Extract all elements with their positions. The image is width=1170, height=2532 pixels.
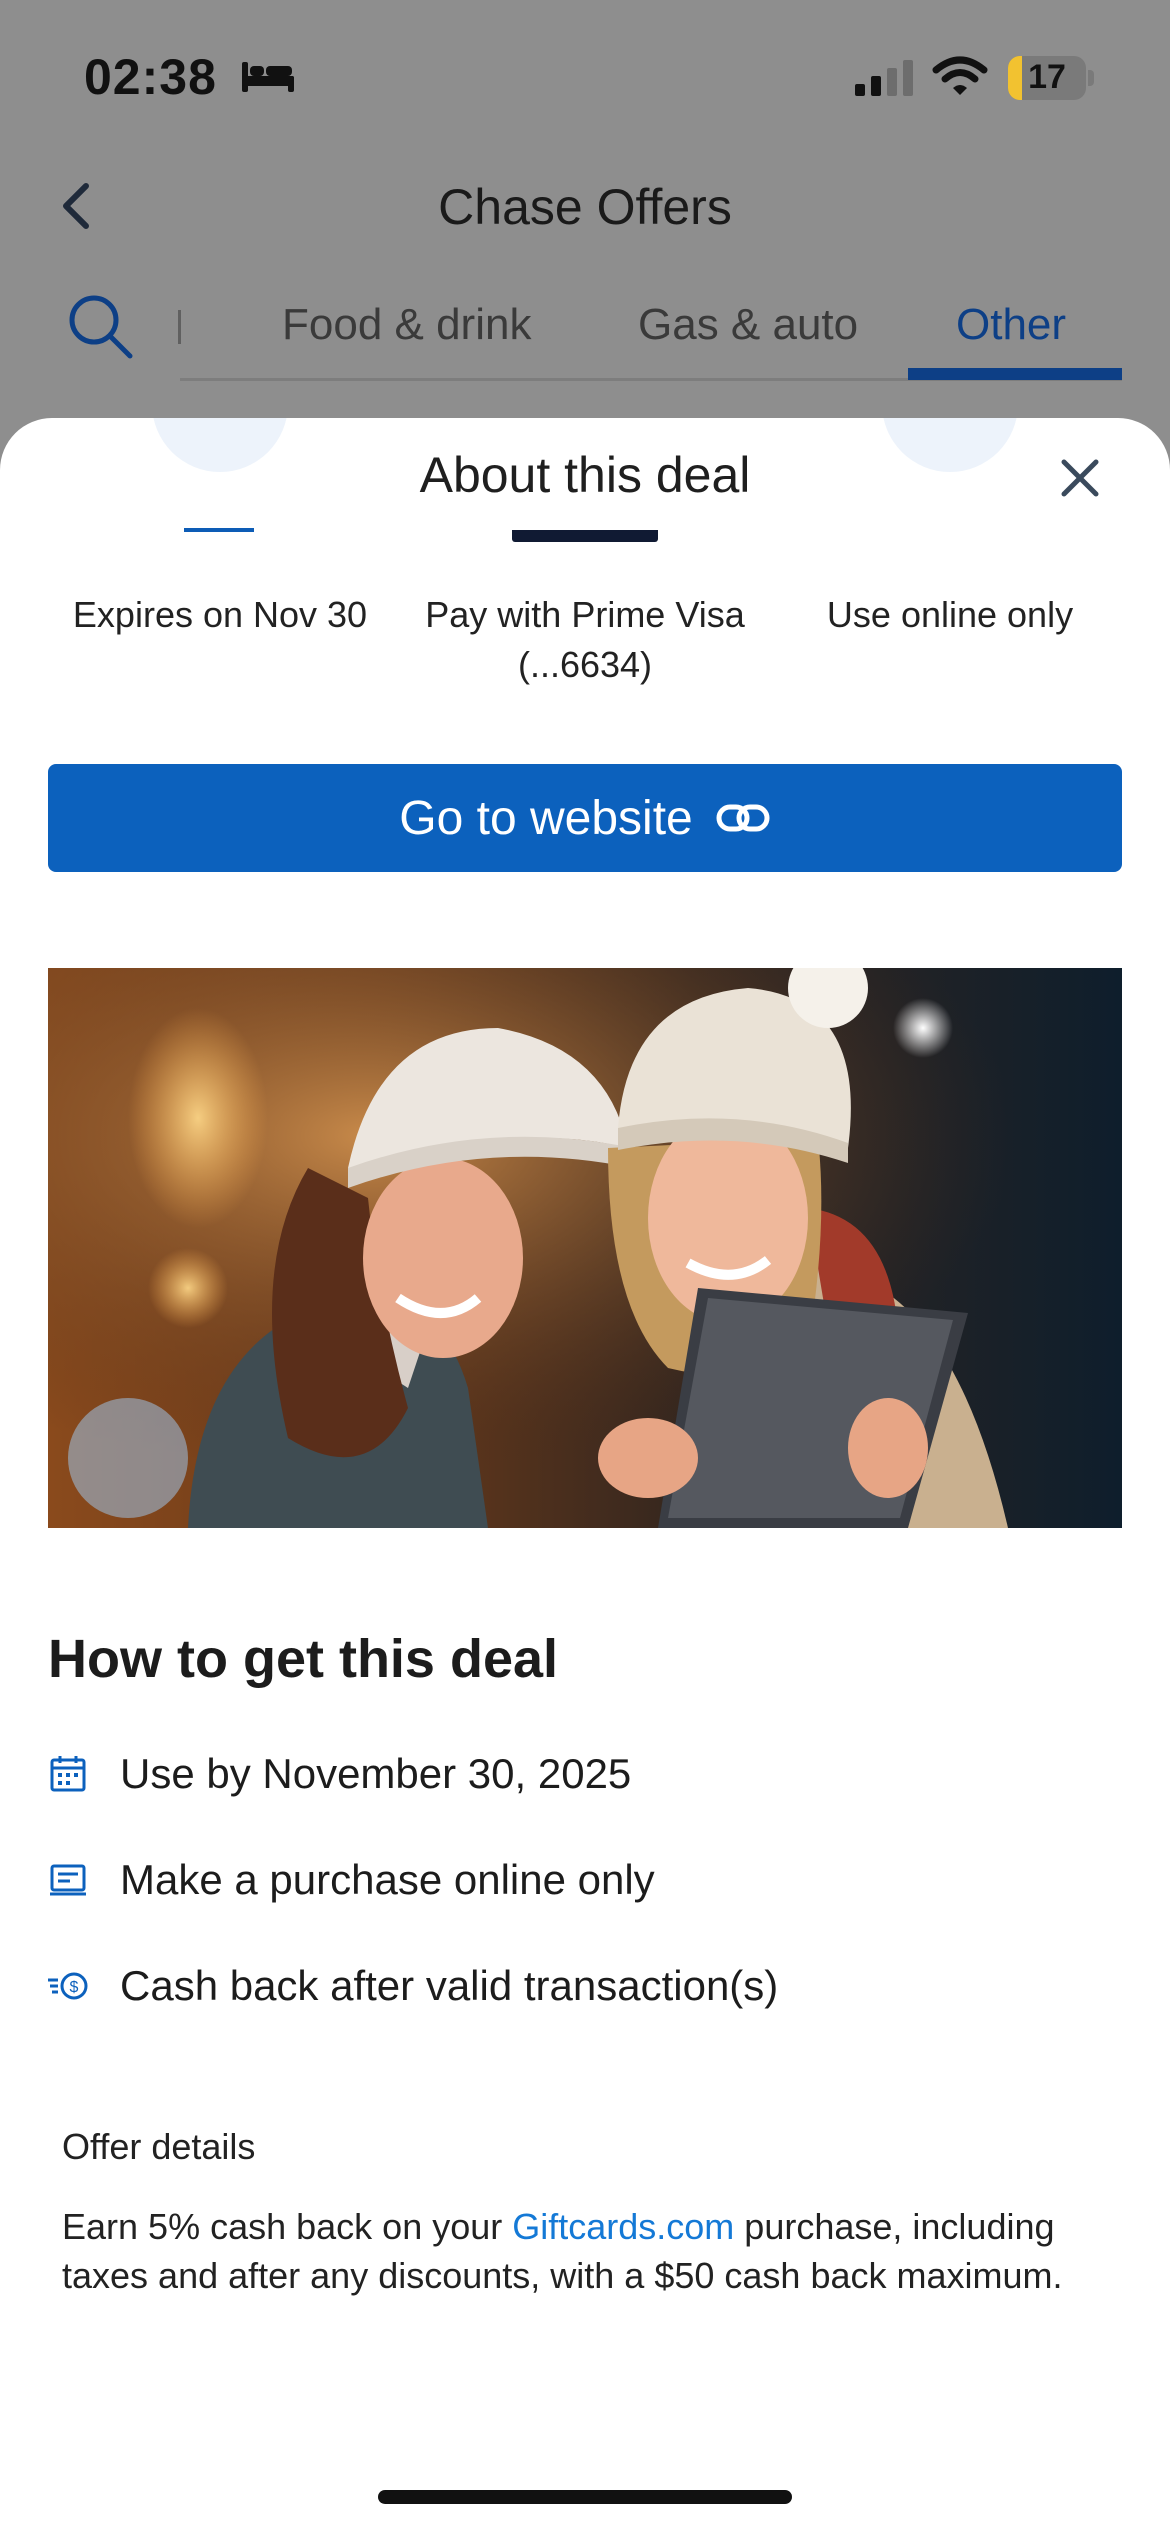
- go-to-website-label: Go to website: [399, 791, 693, 845]
- how-to-get-deal-heading: How to get this deal: [48, 1629, 559, 1689]
- expiry-icon-mark: [184, 528, 254, 532]
- card-image: [512, 530, 658, 542]
- background-app: 02:38 17 Chase Offers Food & drink Gas &…: [0, 0, 1170, 440]
- status-time: 02:38: [84, 49, 217, 105]
- online-purchase-icon: [50, 1864, 86, 1896]
- svg-text:$: $: [70, 1979, 79, 1996]
- close-icon[interactable]: [1048, 446, 1112, 510]
- merchant-link[interactable]: Giftcards.com: [512, 2206, 734, 2247]
- battery-indicator: 17: [1008, 56, 1086, 100]
- step-cash-back: $ Cash back after valid transaction(s): [48, 1962, 778, 2010]
- step-cash-back-text: Cash back after valid transaction(s): [120, 1962, 779, 2009]
- home-indicator[interactable]: [378, 2490, 792, 2504]
- deal-hero-image: [48, 968, 1122, 1528]
- feature-payment-card: Pay with Prime Visa (...6634): [425, 594, 745, 685]
- tab-other[interactable]: Other: [956, 300, 1066, 350]
- link-icon: [716, 804, 770, 832]
- wifi-icon: [932, 56, 988, 95]
- tab-gas-and-auto[interactable]: Gas & auto: [638, 300, 858, 350]
- feature-expires: Expires on Nov 30: [72, 594, 368, 635]
- step-use-by-text: Use by November 30, 2025: [120, 1750, 632, 1797]
- tab-divider: [178, 310, 181, 344]
- sleep-focus-icon: [242, 62, 294, 92]
- go-to-website-button[interactable]: Go to website: [48, 764, 1122, 872]
- battery-cap: [1088, 70, 1094, 86]
- deal-details-sheet: About this deal Expires on Nov 30 Pay wi…: [0, 418, 1170, 2532]
- cellular-signal-icon: [855, 60, 913, 96]
- page-title: Chase Offers: [438, 179, 732, 235]
- battery-percentage: 17: [1028, 58, 1066, 96]
- search-icon[interactable]: [64, 290, 136, 362]
- offer-details-label: Offer details: [62, 2126, 256, 2167]
- feature-online-only: Use online only: [826, 594, 1074, 635]
- tab-food-and-drink[interactable]: Food & drink: [282, 300, 531, 350]
- offer-details-text: Earn 5% cash back on your Giftcards.com …: [62, 2202, 1122, 2300]
- step-online-purchase: Make a purchase online only: [48, 1856, 655, 1904]
- step-online-purchase-text: Make a purchase online only: [120, 1856, 655, 1903]
- cash-back-icon: $: [48, 1972, 88, 2000]
- calendar-icon: [50, 1756, 86, 1792]
- step-use-by: Use by November 30, 2025: [48, 1750, 631, 1798]
- offer-text-prefix: Earn 5% cash back on your: [62, 2206, 513, 2247]
- active-tab-indicator: [908, 368, 1122, 380]
